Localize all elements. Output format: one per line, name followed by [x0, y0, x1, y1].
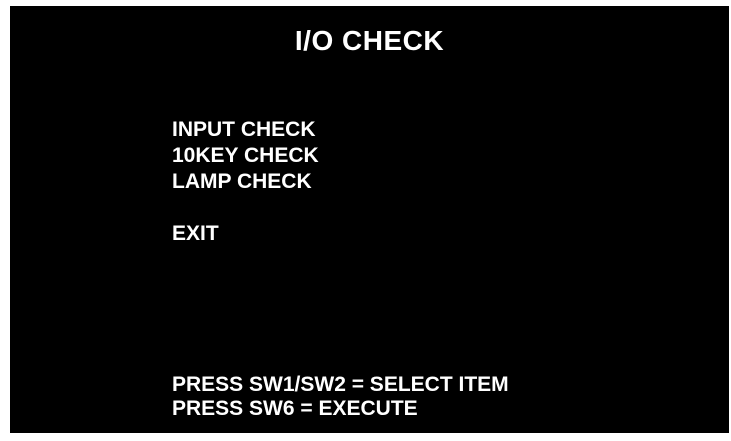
menu-item-input-check[interactable]: INPUT CHECK [172, 117, 319, 143]
instructions: PRESS SW1/SW2 = SELECT ITEM PRESS SW6 = … [172, 373, 509, 421]
screen-title: I/O CHECK [294, 25, 445, 56]
menu-list: INPUT CHECK 10KEY CHECK LAMP CHECK EXIT [172, 117, 319, 247]
menu-spacer [172, 195, 319, 221]
menu-item-lamp-check[interactable]: LAMP CHECK [172, 169, 319, 195]
instruction-execute: PRESS SW6 = EXECUTE [172, 397, 418, 420]
instruction-select: PRESS SW1/SW2 = SELECT ITEM [172, 373, 509, 396]
io-check-screen: I/O CHECK INPUT CHECK 10KEY CHECK LAMP C… [10, 6, 729, 433]
menu-item-exit[interactable]: EXIT [172, 221, 319, 247]
menu-item-10key-check[interactable]: 10KEY CHECK [172, 143, 319, 169]
